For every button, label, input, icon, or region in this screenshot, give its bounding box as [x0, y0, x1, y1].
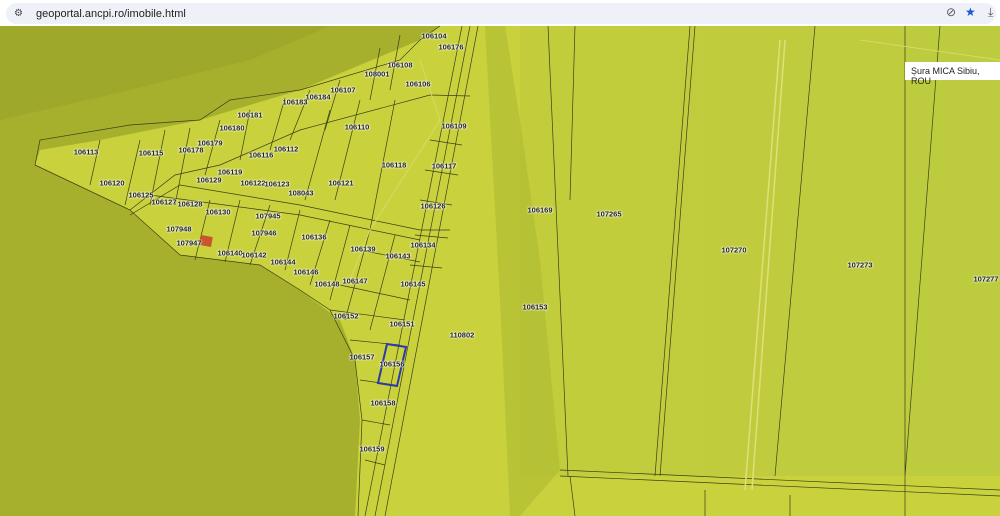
- parcel-label[interactable]: 106136: [301, 233, 326, 242]
- parcel-label[interactable]: 106115: [139, 149, 164, 158]
- map-layer: [0, 26, 1000, 516]
- location-label: Șura MICA Sibiu, ROU: [905, 62, 1000, 86]
- browser-toolbar: ⚙ geoportal.ancpi.ro/imobile.html ⊘ ★ ⤓: [0, 0, 1000, 26]
- parcel-label[interactable]: 106146: [293, 268, 318, 277]
- parcel-label[interactable]: 106121: [328, 179, 353, 188]
- url-text[interactable]: geoportal.ancpi.ro/imobile.html: [36, 8, 186, 20]
- parcel-label[interactable]: 106128: [177, 200, 202, 209]
- parcel-label[interactable]: 106107: [330, 86, 355, 95]
- parcel-label[interactable]: 106157: [349, 353, 374, 362]
- crop-field: [520, 26, 1000, 476]
- parcel-label[interactable]: 107265: [596, 210, 621, 219]
- parcel-label[interactable]: 106159: [359, 445, 384, 454]
- parcel-label[interactable]: 106145: [400, 280, 425, 289]
- parcel-label[interactable]: 110802: [450, 331, 475, 340]
- parcel-label[interactable]: 106108: [387, 61, 412, 70]
- parcel-label[interactable]: 108043: [288, 189, 313, 198]
- parcel-label[interactable]: 106153: [522, 303, 547, 312]
- parcel-label[interactable]: 106123: [264, 180, 289, 189]
- parcel-label[interactable]: 108001: [364, 70, 389, 79]
- parcel-label[interactable]: 107273: [847, 261, 872, 270]
- parcel-label[interactable]: 106125: [128, 191, 153, 200]
- parcel-label[interactable]: 106130: [205, 208, 230, 217]
- parcel-label[interactable]: 106110: [345, 123, 370, 132]
- parcel-label[interactable]: 106129: [196, 176, 221, 185]
- eye-off-icon[interactable]: ⊘: [946, 5, 956, 19]
- site-settings-icon[interactable]: ⚙: [14, 8, 28, 19]
- parcel-label[interactable]: 106178: [178, 146, 203, 155]
- parcel-label[interactable]: 107270: [721, 246, 746, 255]
- parcel-label[interactable]: 107946: [251, 229, 276, 238]
- parcel-label[interactable]: 106126: [420, 202, 445, 211]
- parcel-label[interactable]: 106113: [74, 148, 99, 157]
- parcel-label[interactable]: 106116: [249, 151, 274, 160]
- parcel-label[interactable]: 106152: [333, 312, 358, 321]
- parcel-label[interactable]: 106142: [241, 251, 266, 260]
- parcel-label[interactable]: 106176: [438, 43, 463, 52]
- bookmark-star-icon[interactable]: ★: [965, 5, 976, 19]
- parcel-label[interactable]: 106120: [99, 179, 124, 188]
- download-icon[interactable]: ⤓: [988, 5, 993, 20]
- parcel-label[interactable]: 107945: [255, 212, 280, 221]
- parcel-label[interactable]: 106109: [441, 122, 466, 131]
- parcel-label[interactable]: 106144: [270, 258, 295, 267]
- parcel-label[interactable]: 106112: [274, 145, 299, 154]
- parcel-label[interactable]: 106106: [405, 80, 430, 89]
- parcel-label[interactable]: 106134: [410, 241, 435, 250]
- parcel-label[interactable]: 106117: [432, 162, 457, 171]
- parcel-label[interactable]: 106181: [237, 111, 262, 120]
- parcel-label[interactable]: 106122: [240, 179, 265, 188]
- parcel-label[interactable]: 106183: [282, 98, 307, 107]
- parcel-label[interactable]: 106151: [389, 320, 414, 329]
- parcel-label[interactable]: 106143: [385, 252, 410, 261]
- parcel-label[interactable]: 106169: [527, 206, 552, 215]
- parcel-label[interactable]: 106118: [382, 161, 407, 170]
- parcel-label[interactable]: 106139: [350, 245, 375, 254]
- parcel-label[interactable]: 107277: [973, 275, 998, 284]
- parcel-label[interactable]: 106180: [219, 124, 244, 133]
- parcel-label[interactable]: 106104: [421, 32, 446, 41]
- parcel-label[interactable]: 106156: [379, 360, 404, 369]
- map-canvas[interactable]: 106104 106176 106108 108001 106106 106107 1061…: [0, 26, 1000, 516]
- parcel-label[interactable]: 106147: [342, 277, 367, 286]
- parcel-label[interactable]: 106158: [370, 399, 395, 408]
- parcel-label[interactable]: 107948: [166, 225, 191, 234]
- parcel-label[interactable]: 106148: [314, 280, 339, 289]
- parcel-label[interactable]: 106140: [217, 249, 242, 258]
- parcel-label[interactable]: 106127: [151, 198, 176, 207]
- address-bar[interactable]: ⚙ geoportal.ancpi.ro/imobile.html: [6, 3, 996, 24]
- parcel-label[interactable]: 106184: [305, 93, 330, 102]
- parcel-label[interactable]: 107947: [176, 239, 201, 248]
